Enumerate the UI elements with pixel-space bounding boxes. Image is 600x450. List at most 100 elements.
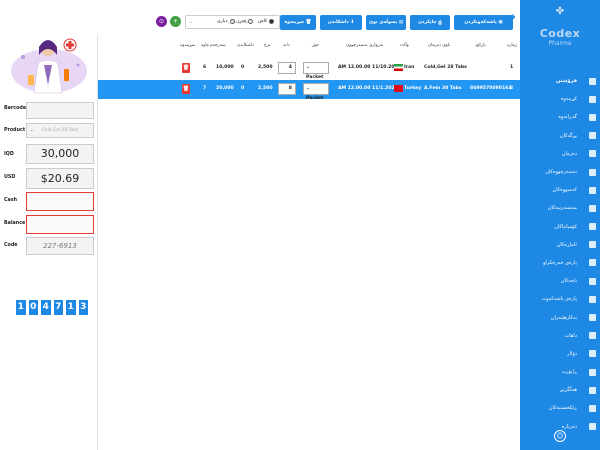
- product-select[interactable]: ⌄ Cold,Gel 28 Tabs: [26, 123, 94, 138]
- sidebar-item-16[interactable]: ڕاپۆرت: [520, 363, 600, 381]
- column-header: سەرجەم: [210, 43, 226, 48]
- iqd-label: IQD: [4, 152, 14, 157]
- cell-total: 10,000: [216, 65, 234, 70]
- menu-icon: [589, 168, 596, 176]
- save-button[interactable]: پاشەکەوتکردن ▣: [454, 15, 513, 30]
- menu-icon: [589, 241, 596, 249]
- discount-button[interactable]: داشکاندن ⬇: [320, 15, 362, 30]
- sidebar-item-11[interactable]: باجەکان: [520, 272, 600, 290]
- cell-price: 2,500: [258, 86, 273, 91]
- sidebar-item-13[interactable]: بەکارهێنەران: [520, 308, 600, 326]
- sidebar-item-label: بەکارهێنەران: [550, 314, 577, 321]
- toolbar: پاشەکەوتکردن ▣ چاپکردن ⎙ پسوڵەی نوێ ▤ دا…: [154, 15, 514, 30]
- brand-title: Codex: [539, 27, 581, 40]
- sidebar-item-label: ڕێکخستنەکان: [548, 405, 577, 412]
- cash-input[interactable]: [26, 192, 94, 211]
- sidebar-item-17[interactable]: هەڵگرتن: [520, 381, 600, 399]
- sidebar-item-15[interactable]: دۆلار: [520, 345, 600, 363]
- add-customer-button[interactable]: +: [170, 16, 181, 27]
- sidebar: ✤ Codex Pharma فرۆشتن کڕینەوە گەڕانەوە بڕگە…: [520, 0, 600, 450]
- sidebar-item-18[interactable]: ڕێکخستنەکان: [520, 399, 600, 417]
- brand-subtitle: Pharma: [548, 40, 572, 47]
- trash-icon[interactable]: 🗑: [182, 84, 190, 94]
- sidebar-item-2[interactable]: گەڕانەوە: [520, 108, 600, 126]
- menu-icon: [589, 404, 596, 412]
- sidebar-item-14[interactable]: داهات: [520, 327, 600, 345]
- cell-country: Turkey: [404, 86, 422, 91]
- sidebar-item-6[interactable]: کەمبووەکان: [520, 181, 600, 199]
- column-header: وڵات: [400, 43, 409, 48]
- usd-total: $20.69: [26, 168, 94, 189]
- table-row[interactable]: 1 Cold,Gel 28 Tabs Iran AM 12.00.00 11/10.2…: [98, 59, 520, 80]
- cell-no: 1: [510, 65, 514, 70]
- balance-field: [26, 215, 94, 234]
- cell-name: Cold,Gel 28 Tabs: [424, 65, 467, 70]
- sidebar-item-4[interactable]: دەرمان: [520, 145, 600, 163]
- iqd-total: 30,000: [26, 144, 94, 164]
- clock-digit: 0: [28, 300, 38, 315]
- barcode-label: Barcode: [4, 106, 27, 111]
- sidebar-item-9[interactable]: ئاماڕەکان: [520, 236, 600, 254]
- delete-button[interactable]: سڕینەوە 🗑: [280, 15, 316, 30]
- trash-icon[interactable]: 🗑: [182, 63, 190, 73]
- clock-digit: 3: [78, 300, 88, 315]
- sidebar-item-12[interactable]: پارەی پاشەکەوت: [520, 290, 600, 308]
- sidebar-item-0[interactable]: فرۆشتن: [520, 72, 600, 90]
- sidebar-item-label: فرۆشتن: [556, 78, 577, 85]
- flag-icon: [394, 85, 403, 92]
- sidebar-item-label: باجەکان: [560, 278, 577, 285]
- unit-select[interactable]: ⌄ Packet: [303, 62, 329, 80]
- product-label: Product: [4, 128, 26, 133]
- clock-digit: 7: [53, 300, 63, 315]
- sidebar-item-3[interactable]: بڕگەکان: [520, 127, 600, 145]
- menu-icon: [589, 386, 596, 394]
- sidebar-item-label: ئاماڕەکان: [556, 241, 577, 248]
- clock-display: 104713: [16, 300, 88, 315]
- chevron-down-icon: ⌄: [306, 65, 310, 70]
- sidebar-item-10[interactable]: پارەی خەرجکراو: [520, 254, 600, 272]
- table-row[interactable]: 2 8699570090164 A.Fein 30 Tabs Turkey AM 12.…: [98, 80, 520, 101]
- cell-remain: 7: [203, 86, 207, 91]
- quantity-input[interactable]: 8: [278, 83, 296, 95]
- column-header: بەرواری بەسەرچوون: [346, 43, 384, 48]
- quantity-input[interactable]: 4: [278, 62, 296, 74]
- column-header: ژمارە: [507, 43, 518, 48]
- left-panel: Barcode Product ⌄ Cold,Gel 28 Tabs IQD 3…: [0, 35, 98, 450]
- balance-label: Balance: [4, 221, 26, 226]
- cell-discount: 0: [241, 65, 245, 70]
- column-header: داشکاندن: [237, 43, 254, 48]
- sidebar-item-label: کڕینەوە: [560, 96, 577, 103]
- new-invoice-button[interactable]: پسوڵەی نوێ ▤: [366, 15, 406, 30]
- print-button[interactable]: چاپکردن ⎙: [410, 15, 450, 30]
- sidebar-item-label: پارەی پاشەکەوت: [541, 296, 577, 303]
- column-header: ماوە: [201, 43, 209, 48]
- flag-icon: [394, 64, 403, 71]
- cell-name: A.Fein 30 Tabs: [424, 86, 462, 91]
- menu-icon: [589, 368, 596, 376]
- sidebar-item-7[interactable]: مەشتەرییەکان: [520, 199, 600, 217]
- sidebar-item-5[interactable]: بەسەرچووەکان: [520, 163, 600, 181]
- user-avatar-icon[interactable]: ☺: [554, 430, 566, 442]
- view-customer-button[interactable]: ⊙: [156, 16, 167, 27]
- menu-icon: [589, 423, 596, 431]
- unit-select[interactable]: ⌄ Packet: [303, 83, 329, 101]
- sidebar-item-label: پارەی خەرجکراو: [542, 259, 577, 266]
- customer-select[interactable]: ⌄ مەشتەرییەکان: [185, 15, 280, 29]
- sidebar-item-8[interactable]: کۆمپانیاکان: [520, 218, 600, 236]
- menu-icon: [589, 113, 596, 121]
- menu-icon: [589, 277, 596, 285]
- pill-icon: ✤: [555, 6, 565, 17]
- cell-expiry: AM 12.00.00 11/1.2022: [338, 86, 398, 91]
- chevron-down-icon: ⌄: [306, 86, 310, 91]
- menu-icon: [589, 223, 596, 231]
- clock-digit: 1: [66, 300, 76, 315]
- menu-icon: [589, 350, 596, 358]
- menu-icon: [589, 186, 596, 194]
- menu-icon: [589, 204, 596, 212]
- sidebar-item-1[interactable]: کڕینەوە: [520, 90, 600, 108]
- cash-label: Cash: [4, 198, 18, 203]
- sidebar-item-label: کەمبووەکان: [552, 187, 577, 194]
- cell-total: 20,000: [216, 86, 234, 91]
- barcode-input[interactable]: [26, 102, 94, 119]
- sidebar-item-label: داهات: [564, 332, 577, 339]
